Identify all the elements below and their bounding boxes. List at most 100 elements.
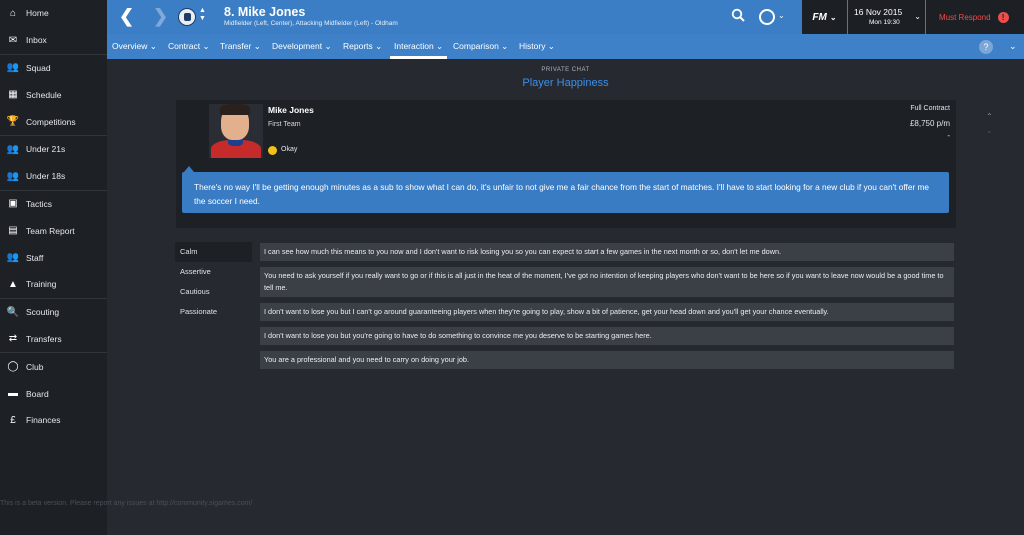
- chevron-down-icon[interactable]: ⌄: [986, 124, 993, 138]
- sidebar-item-training[interactable]: ▲ Training: [0, 271, 107, 298]
- sidebar-item-under-18s[interactable]: 👥 Under 18s: [0, 163, 107, 190]
- top-header: ❮ ❯ ▲ ▼ 8. Mike Jones Midfielder (Left, C…: [107, 0, 1024, 34]
- sidebar-item-board[interactable]: ▬ Board: [0, 380, 107, 407]
- sidebar-item-label: Under 21s: [26, 144, 66, 155]
- card-scroll-arrows[interactable]: ⌃ ⌄: [986, 110, 993, 138]
- contract-extra: -: [947, 131, 950, 140]
- chevron-down-icon[interactable]: ⌄: [778, 11, 785, 20]
- sidebar-item-staff[interactable]: 👥 Staff: [0, 244, 107, 271]
- sidebar-item-label: Tactics: [26, 198, 52, 209]
- sidebar-item-competitions[interactable]: 🏆 Competitions: [0, 108, 107, 135]
- response-option[interactable]: I don't want to lose you but you're goin…: [260, 327, 954, 345]
- tone-cautious[interactable]: Cautious: [175, 282, 252, 302]
- date-button[interactable]: 16 Nov 2015 Mon 19:30 ⌄: [848, 0, 925, 34]
- tab-history[interactable]: History ⌄: [519, 34, 555, 59]
- sidebar-item-finances[interactable]: £ Finances: [0, 407, 107, 434]
- tone-passionate[interactable]: Passionate: [175, 302, 252, 322]
- sidebar-item-label: Club: [26, 361, 44, 372]
- tone-selector: Calm Assertive Cautious Passionate: [175, 242, 252, 322]
- response-option[interactable]: You are a professional and you need to c…: [260, 351, 954, 369]
- sidebar-item-label: Under 18s: [26, 171, 66, 182]
- sidebar-item-label: Home: [26, 8, 49, 19]
- tab-interaction[interactable]: Interaction ⌄: [389, 34, 448, 59]
- response-option[interactable]: You need to ask yourself if you really w…: [260, 267, 954, 297]
- sidebar-item-label: Training: [26, 279, 57, 290]
- report-icon: ▤: [8, 225, 18, 237]
- player-wage: £8,750 p/m: [909, 119, 950, 128]
- contract-type: Full Contract: [910, 105, 950, 112]
- player-title: 8. Mike Jones: [224, 5, 306, 19]
- staff-icon: 👥: [6, 252, 20, 264]
- back-arrow-icon[interactable]: ❮: [119, 6, 134, 27]
- finances-icon: £: [10, 414, 16, 426]
- sidebar-item-schedule[interactable]: ▦ Schedule: [0, 81, 107, 108]
- chevron-down-icon[interactable]: ⌄: [1009, 41, 1017, 52]
- chevron-down-icon: ⌄: [914, 12, 921, 21]
- sidebar-item-label: Squad: [26, 62, 51, 73]
- response-options: I can see how much this means to you now…: [260, 243, 954, 375]
- player-mood: Okay: [281, 146, 298, 153]
- sidebar-item-label: Staff: [26, 252, 44, 263]
- must-respond-button[interactable]: Must Respond !: [926, 0, 1024, 34]
- home-icon: ⌂: [9, 7, 17, 19]
- mood-icon: [268, 146, 277, 155]
- must-respond-label: Must Respond: [939, 12, 991, 22]
- sidebar-item-label: Transfers: [26, 333, 62, 344]
- sidebar-item-label: Team Report: [26, 225, 75, 236]
- sidebar-item-label: Competitions: [26, 116, 76, 127]
- fm-logo: FM: [812, 11, 827, 23]
- squad-icon: 👥: [6, 62, 20, 74]
- tab-contract[interactable]: Contract ⌄: [168, 34, 210, 59]
- player-switch-spinner[interactable]: ▲ ▼: [199, 7, 206, 23]
- tone-calm[interactable]: Calm: [175, 242, 252, 262]
- chevron-up-icon[interactable]: ⌃: [986, 110, 993, 124]
- sidebar-item-club[interactable]: ◯ Club: [0, 353, 107, 380]
- tab-transfer[interactable]: Transfer ⌄: [220, 34, 261, 59]
- sidebar-item-label: Scouting: [26, 307, 60, 318]
- player-position-subtitle: Midfielder (Left, Center), Attacking Mid…: [224, 20, 398, 27]
- tab-overview[interactable]: Overview ⌄: [112, 34, 157, 59]
- fm-menu-button[interactable]: FM ⌄: [802, 0, 847, 34]
- response-option[interactable]: I can see how much this means to you now…: [260, 243, 954, 261]
- sidebar-item-scouting[interactable]: 🔍 Scouting: [0, 299, 107, 326]
- alert-icon: !: [997, 11, 1009, 23]
- help-icon[interactable]: ?: [979, 40, 993, 54]
- under18-icon: 👥: [6, 170, 20, 182]
- schedule-icon: ▦: [8, 89, 18, 101]
- player-name[interactable]: Mike Jones: [268, 105, 314, 115]
- sidebar-item-inbox[interactable]: ✉ Inbox: [0, 27, 107, 54]
- sidebar-item-under-21s[interactable]: 👥 Under 21s: [0, 136, 107, 163]
- sidebar-item-tactics[interactable]: ▣ Tactics: [0, 191, 107, 218]
- club-icon: ◯: [7, 361, 19, 373]
- search-icon[interactable]: [731, 8, 745, 25]
- current-day-time: Mon 19:30: [869, 19, 900, 26]
- under21-icon: 👥: [6, 143, 20, 155]
- sidebar-item-home[interactable]: ⌂ Home: [0, 0, 107, 27]
- current-date: 16 Nov 2015: [854, 7, 903, 17]
- tactics-icon: ▣: [8, 198, 18, 210]
- tab-reports[interactable]: Reports ⌄: [343, 34, 382, 59]
- tab-development[interactable]: Development ⌄: [272, 34, 332, 59]
- sidebar: ⌂ Home ✉ Inbox 👥 Squad ▦ Schedule 🏆 Competitions 👥…: [0, 0, 107, 535]
- tab-comparison[interactable]: Comparison ⌄: [453, 34, 508, 59]
- sidebar-item-transfers[interactable]: ⇄ Transfers: [0, 326, 107, 353]
- sidebar-item-squad[interactable]: 👥 Squad: [0, 55, 107, 82]
- sidebar-item-label: Schedule: [26, 89, 62, 100]
- inbox-icon: ✉: [8, 34, 18, 46]
- sidebar-item-label: Finances: [26, 415, 61, 426]
- player-chat-card: Mike Jones First Team Okay Full Contract…: [176, 100, 956, 228]
- forward-arrow-icon[interactable]: ❯: [153, 6, 168, 27]
- response-option[interactable]: I don't want to lose you but I can't go …: [260, 303, 954, 321]
- tone-assertive[interactable]: Assertive: [175, 262, 252, 282]
- sidebar-item-label: Board: [26, 388, 49, 399]
- beta-footer: This is a beta version. Please report an…: [0, 500, 253, 507]
- player-message-bubble: There's no way I'll be getting enough mi…: [182, 166, 949, 213]
- globe-icon[interactable]: [759, 9, 775, 25]
- scouting-icon: 🔍: [6, 306, 20, 318]
- club-badge-icon[interactable]: [178, 8, 196, 26]
- sidebar-list: ⌂ Home ✉ Inbox 👥 Squad ▦ Schedule 🏆 Competitions 👥…: [0, 0, 107, 434]
- player-avatar: [209, 104, 263, 158]
- training-icon: ▲: [8, 278, 18, 290]
- sidebar-item-team-report[interactable]: ▤ Team Report: [0, 217, 107, 244]
- transfers-icon: ⇄: [8, 333, 18, 345]
